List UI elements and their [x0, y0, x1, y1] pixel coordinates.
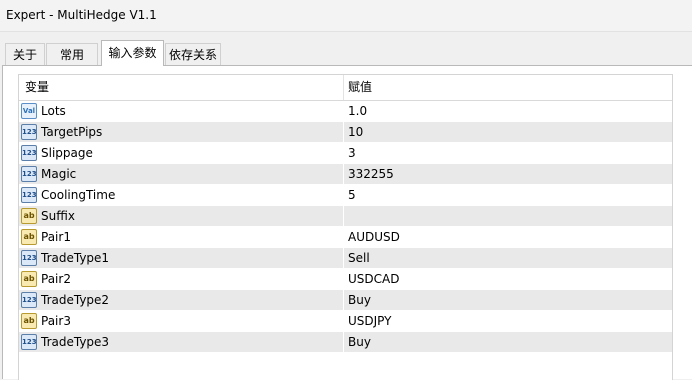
table-row[interactable]: 123 Magic 332255 — [19, 164, 672, 185]
cell-separator — [343, 269, 344, 290]
parameters-grid: 变量 赋值 Val Lots 1.0 123 TargetPips 10 123 Slippa… — [18, 74, 673, 380]
column-separator[interactable] — [343, 75, 344, 100]
table-row[interactable]: 123 TargetPips 10 — [19, 122, 672, 143]
parameter-value[interactable]: USDCAD — [348, 269, 399, 290]
tab-common[interactable]: 常用 — [46, 43, 98, 65]
cell-separator — [343, 227, 344, 248]
cell-separator — [343, 248, 344, 269]
parameter-value[interactable]: 1.0 — [348, 101, 367, 122]
parameter-value[interactable]: 10 — [348, 122, 363, 143]
parameter-value[interactable]: Buy — [348, 332, 371, 353]
table-row[interactable]: 123 TradeType3 Buy — [19, 332, 672, 353]
cell-separator — [343, 122, 344, 143]
table-row[interactable]: Val Lots 1.0 — [19, 101, 672, 122]
parameter-value[interactable]: Sell — [348, 248, 370, 269]
parameter-value[interactable]: USDJPY — [348, 311, 391, 332]
table-row[interactable]: ab Pair2 USDCAD — [19, 269, 672, 290]
parameter-name: Lots — [41, 104, 66, 118]
string-type-icon: ab — [21, 229, 37, 245]
parameter-name: TradeType3 — [41, 335, 110, 349]
tab-about[interactable]: 关于 — [5, 43, 45, 65]
parameter-name: Magic — [41, 167, 77, 181]
string-type-icon: ab — [21, 271, 37, 287]
parameter-name: Pair3 — [41, 314, 71, 328]
parameter-name: TradeType1 — [41, 251, 110, 265]
int-type-icon: 123 — [21, 166, 37, 182]
table-row[interactable]: 123 TradeType1 Sell — [19, 248, 672, 269]
parameter-name: Pair1 — [41, 230, 71, 244]
title-bar: Expert - MultiHedge V1.1 — [0, 0, 692, 32]
string-type-icon: ab — [21, 208, 37, 224]
cell-separator — [343, 143, 344, 164]
tab-dependencies[interactable]: 依存关系 — [165, 43, 221, 65]
table-row[interactable]: ab Pair1 AUDUSD — [19, 227, 672, 248]
parameter-name: TradeType2 — [41, 293, 110, 307]
parameter-name: Pair2 — [41, 272, 71, 286]
parameter-value[interactable]: Buy — [348, 290, 371, 311]
grid-rows: Val Lots 1.0 123 TargetPips 10 123 Slippage 3 123… — [19, 101, 672, 353]
tab-inputs[interactable]: 输入参数 — [101, 40, 164, 66]
parameter-value[interactable]: 332255 — [348, 164, 394, 185]
int-type-icon: 123 — [21, 145, 37, 161]
table-row[interactable]: 123 TradeType2 Buy — [19, 290, 672, 311]
parameter-name: CoolingTime — [41, 188, 116, 202]
grid-header: 变量 赋值 — [19, 75, 672, 101]
table-row[interactable]: 123 CoolingTime 5 — [19, 185, 672, 206]
window-title: Expert - MultiHedge V1.1 — [6, 8, 157, 22]
cell-separator — [343, 185, 344, 206]
int-type-icon: 123 — [21, 292, 37, 308]
table-row[interactable]: ab Suffix — [19, 206, 672, 227]
table-row[interactable]: ab Pair3 USDJPY — [19, 311, 672, 332]
cell-separator — [343, 290, 344, 311]
parameter-value[interactable]: 3 — [348, 143, 356, 164]
cell-separator — [343, 101, 344, 122]
cell-separator — [343, 311, 344, 332]
parameter-name: Suffix — [41, 209, 75, 223]
int-type-icon: 123 — [21, 250, 37, 266]
cell-separator — [343, 206, 344, 227]
int-type-icon: 123 — [21, 334, 37, 350]
int-type-icon: 123 — [21, 187, 37, 203]
parameter-name: TargetPips — [41, 125, 103, 139]
parameter-value[interactable]: AUDUSD — [348, 227, 400, 248]
inputs-panel: 变量 赋值 Val Lots 1.0 123 TargetPips 10 123 Slippa… — [2, 65, 692, 380]
string-type-icon: ab — [21, 313, 37, 329]
double-type-icon: Val — [21, 103, 37, 119]
table-row[interactable]: 123 Slippage 3 — [19, 143, 672, 164]
tab-strip: 关于 常用 输入参数 依存关系 — [0, 40, 692, 66]
cell-separator — [343, 332, 344, 353]
cell-separator — [343, 164, 344, 185]
column-header-value[interactable]: 赋值 — [348, 75, 372, 100]
parameter-name: Slippage — [41, 146, 93, 160]
parameter-value[interactable]: 5 — [348, 185, 356, 206]
int-type-icon: 123 — [21, 124, 37, 140]
column-header-variable[interactable]: 变量 — [25, 75, 49, 100]
